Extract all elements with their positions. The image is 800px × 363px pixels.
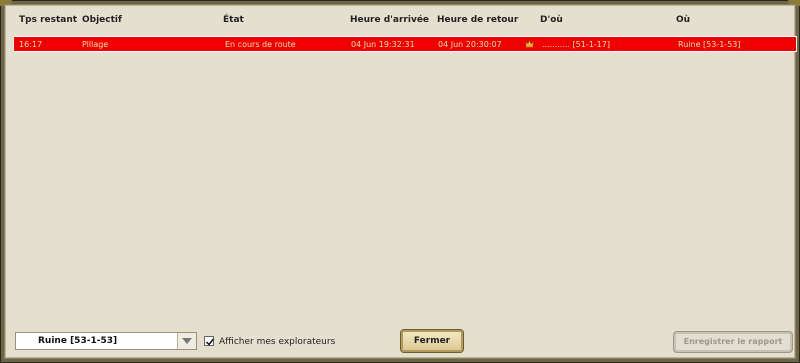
header-to[interactable]: Où: [676, 15, 690, 25]
troop-movements-panel: Tps restant Objectif État Heure d'arrivé…: [4, 4, 797, 359]
location-select[interactable]: Ruine [53-1-53]: [15, 332, 197, 350]
checkmark-icon: [205, 338, 215, 346]
header-from[interactable]: D'où: [540, 15, 563, 25]
crown-icon: [525, 39, 534, 48]
cell-objective: Pillage: [82, 40, 109, 49]
save-report-button[interactable]: Enregistrer le rapport: [674, 332, 792, 352]
header-arrival-time[interactable]: Heure d'arrivée: [350, 15, 429, 25]
header-state[interactable]: État: [223, 15, 244, 25]
cell-from[interactable]: ........... [51-1-17]: [542, 40, 610, 49]
cell-to[interactable]: Ruine [53-1-53]: [678, 40, 741, 49]
show-explorers-label[interactable]: Afficher mes explorateurs: [219, 337, 335, 347]
chevron-down-icon[interactable]: [177, 333, 196, 349]
window-frame: Tps restant Objectif État Heure d'arrivé…: [0, 0, 800, 363]
header-objective[interactable]: Objectif: [82, 15, 122, 25]
cell-arrival-time: 04 Jun 19:32:31: [351, 40, 415, 49]
location-select-value: Ruine [53-1-53]: [38, 336, 118, 346]
bottom-bar: Ruine [53-1-53] Afficher mes explorateur…: [5, 330, 795, 352]
cell-remaining-time: 16:17: [19, 40, 43, 49]
close-button[interactable]: Fermer: [401, 330, 463, 352]
header-remaining-time[interactable]: Tps restant: [19, 15, 77, 25]
table-row[interactable]: 16:17 Pillage En cours de route 04 Jun 1…: [13, 36, 797, 52]
show-explorers-checkbox[interactable]: [204, 336, 215, 346]
header-return-time[interactable]: Heure de retour: [437, 15, 518, 25]
cell-return-time: 04 Jun 20:30:07: [438, 40, 502, 49]
table-header: Tps restant Objectif État Heure d'arrivé…: [13, 15, 787, 29]
cell-state: En cours de route: [225, 40, 296, 49]
